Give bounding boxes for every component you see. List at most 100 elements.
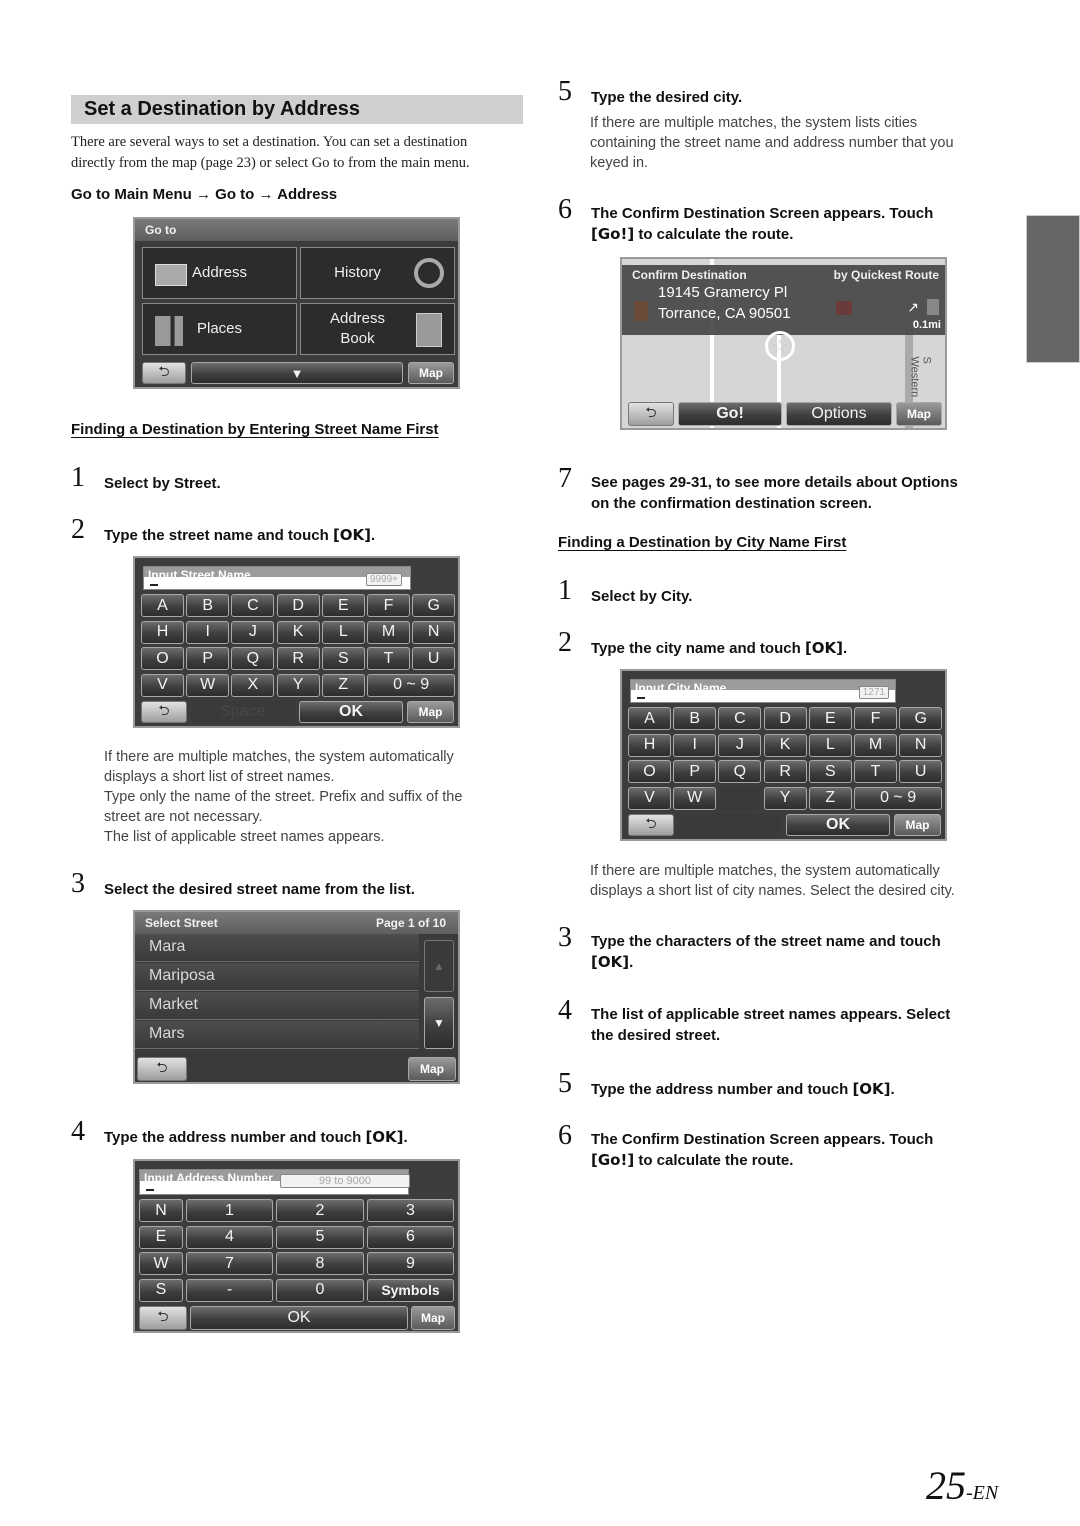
key[interactable]: P xyxy=(186,647,230,670)
key[interactable]: L xyxy=(321,620,365,644)
key[interactable]: L xyxy=(808,733,852,757)
map-button[interactable]: Map xyxy=(407,701,454,723)
options-button[interactable]: Options xyxy=(786,402,892,426)
key[interactable]: 4 xyxy=(186,1225,273,1249)
key[interactable]: 2 xyxy=(276,1199,364,1222)
ok-button[interactable]: OK xyxy=(190,1306,408,1330)
key[interactable]: W xyxy=(673,786,717,810)
list-item[interactable]: Mars xyxy=(135,1021,419,1049)
key[interactable]: Q xyxy=(718,760,762,783)
back-button[interactable]: ⮌ xyxy=(139,1306,187,1330)
key[interactable]: U xyxy=(899,760,943,783)
list-item[interactable]: Mara xyxy=(135,934,419,962)
back-button[interactable]: ⮌ xyxy=(141,701,187,723)
scroll-down-button[interactable]: ▼ xyxy=(424,997,454,1049)
key[interactable]: X xyxy=(231,673,275,697)
key[interactable]: W xyxy=(186,673,230,697)
key[interactable]: H xyxy=(628,733,671,757)
key[interactable]: F xyxy=(367,594,410,617)
key[interactable]: V xyxy=(628,786,671,810)
key[interactable]: E xyxy=(321,594,365,617)
key[interactable]: K xyxy=(763,733,807,757)
back-button[interactable]: ⮌ xyxy=(628,402,674,426)
list-item[interactable]: Market xyxy=(135,992,419,1020)
map-button[interactable]: Map xyxy=(411,1306,455,1330)
ok-button[interactable]: OK xyxy=(299,701,403,723)
key[interactable]: Z xyxy=(808,786,852,810)
key[interactable]: Y xyxy=(763,786,807,810)
go-button[interactable]: Go! xyxy=(678,402,782,426)
key[interactable]: H xyxy=(141,620,184,644)
key[interactable]: N xyxy=(899,733,943,757)
key[interactable]: C xyxy=(231,594,275,617)
key[interactable]: P xyxy=(673,760,717,783)
key[interactable]: J xyxy=(718,733,762,757)
key[interactable]: Q xyxy=(231,647,275,670)
scroll-down-button[interactable]: ▼ xyxy=(191,362,403,384)
key[interactable]: O xyxy=(628,760,671,783)
key[interactable]: R xyxy=(763,760,807,783)
key[interactable]: G xyxy=(899,707,943,730)
key[interactable]: 6 xyxy=(367,1225,454,1249)
key[interactable]: Z xyxy=(321,673,365,697)
numbers-toggle-key[interactable]: 0 ~ 9 xyxy=(367,673,456,697)
street-name-input[interactable]: Input Street Name 9999+ xyxy=(143,566,411,590)
key[interactable]: S xyxy=(321,647,365,670)
key[interactable]: 5 xyxy=(276,1225,364,1249)
back-button[interactable]: ⮌ xyxy=(628,814,674,836)
back-button[interactable]: ⮌ xyxy=(137,1057,187,1081)
key[interactable]: J xyxy=(231,620,275,644)
key[interactable]: A xyxy=(141,594,184,617)
key[interactable]: D xyxy=(763,707,807,730)
direction-key[interactable]: N xyxy=(139,1199,183,1222)
key[interactable]: R xyxy=(276,647,320,670)
key[interactable]: 0 xyxy=(276,1278,364,1302)
map-button[interactable]: Map xyxy=(408,362,454,384)
key[interactable]: M xyxy=(854,733,897,757)
key[interactable]: B xyxy=(673,707,717,730)
back-button[interactable]: ⮌ xyxy=(142,362,186,384)
key[interactable]: E xyxy=(808,707,852,730)
key[interactable]: 8 xyxy=(276,1252,364,1275)
symbols-key[interactable]: Symbols xyxy=(367,1278,454,1302)
ok-button[interactable]: OK xyxy=(786,814,890,836)
key[interactable]: F xyxy=(854,707,897,730)
address-number-input[interactable]: Input Address Number 99 to 9000 xyxy=(139,1169,410,1195)
direction-key[interactable]: W xyxy=(139,1252,183,1275)
key[interactable]: 3 xyxy=(367,1199,454,1222)
key[interactable]: N xyxy=(412,620,456,644)
key[interactable]: O xyxy=(141,647,184,670)
key[interactable]: G xyxy=(412,594,456,617)
city-name-input[interactable]: Input City Name 1271 xyxy=(630,679,896,703)
list-item[interactable]: Mariposa xyxy=(135,963,419,991)
key[interactable]: S xyxy=(808,760,852,783)
scroll-up-button[interactable]: ▲ xyxy=(424,940,454,992)
key[interactable]: M xyxy=(367,620,410,644)
numbers-toggle-key[interactable]: 0 ~ 9 xyxy=(854,786,943,810)
key[interactable]: V xyxy=(141,673,184,697)
map-button[interactable]: Map xyxy=(894,814,941,836)
key[interactable]: - xyxy=(186,1278,273,1302)
key[interactable]: I xyxy=(673,733,717,757)
key[interactable]: Y xyxy=(276,673,320,697)
map-button[interactable]: Map xyxy=(408,1057,456,1081)
places-tile[interactable]: Places xyxy=(142,303,297,355)
key[interactable]: I xyxy=(186,620,230,644)
key[interactable]: B xyxy=(186,594,230,617)
address-tile[interactable]: Address xyxy=(142,247,297,299)
key[interactable]: T xyxy=(854,760,897,783)
key[interactable]: K xyxy=(276,620,320,644)
key[interactable]: A xyxy=(628,707,671,730)
direction-key[interactable]: S xyxy=(139,1278,183,1302)
direction-key[interactable]: E xyxy=(139,1225,183,1249)
history-tile[interactable]: History xyxy=(300,247,455,299)
key[interactable]: U xyxy=(412,647,456,670)
key[interactable]: D xyxy=(276,594,320,617)
key[interactable]: C xyxy=(718,707,762,730)
address-book-tile[interactable]: Address Book xyxy=(300,303,455,355)
key[interactable]: 7 xyxy=(186,1252,273,1275)
key[interactable]: T xyxy=(367,647,410,670)
map-button[interactable]: Map xyxy=(896,402,942,426)
key[interactable]: 1 xyxy=(186,1199,273,1222)
key[interactable]: 9 xyxy=(367,1252,454,1275)
